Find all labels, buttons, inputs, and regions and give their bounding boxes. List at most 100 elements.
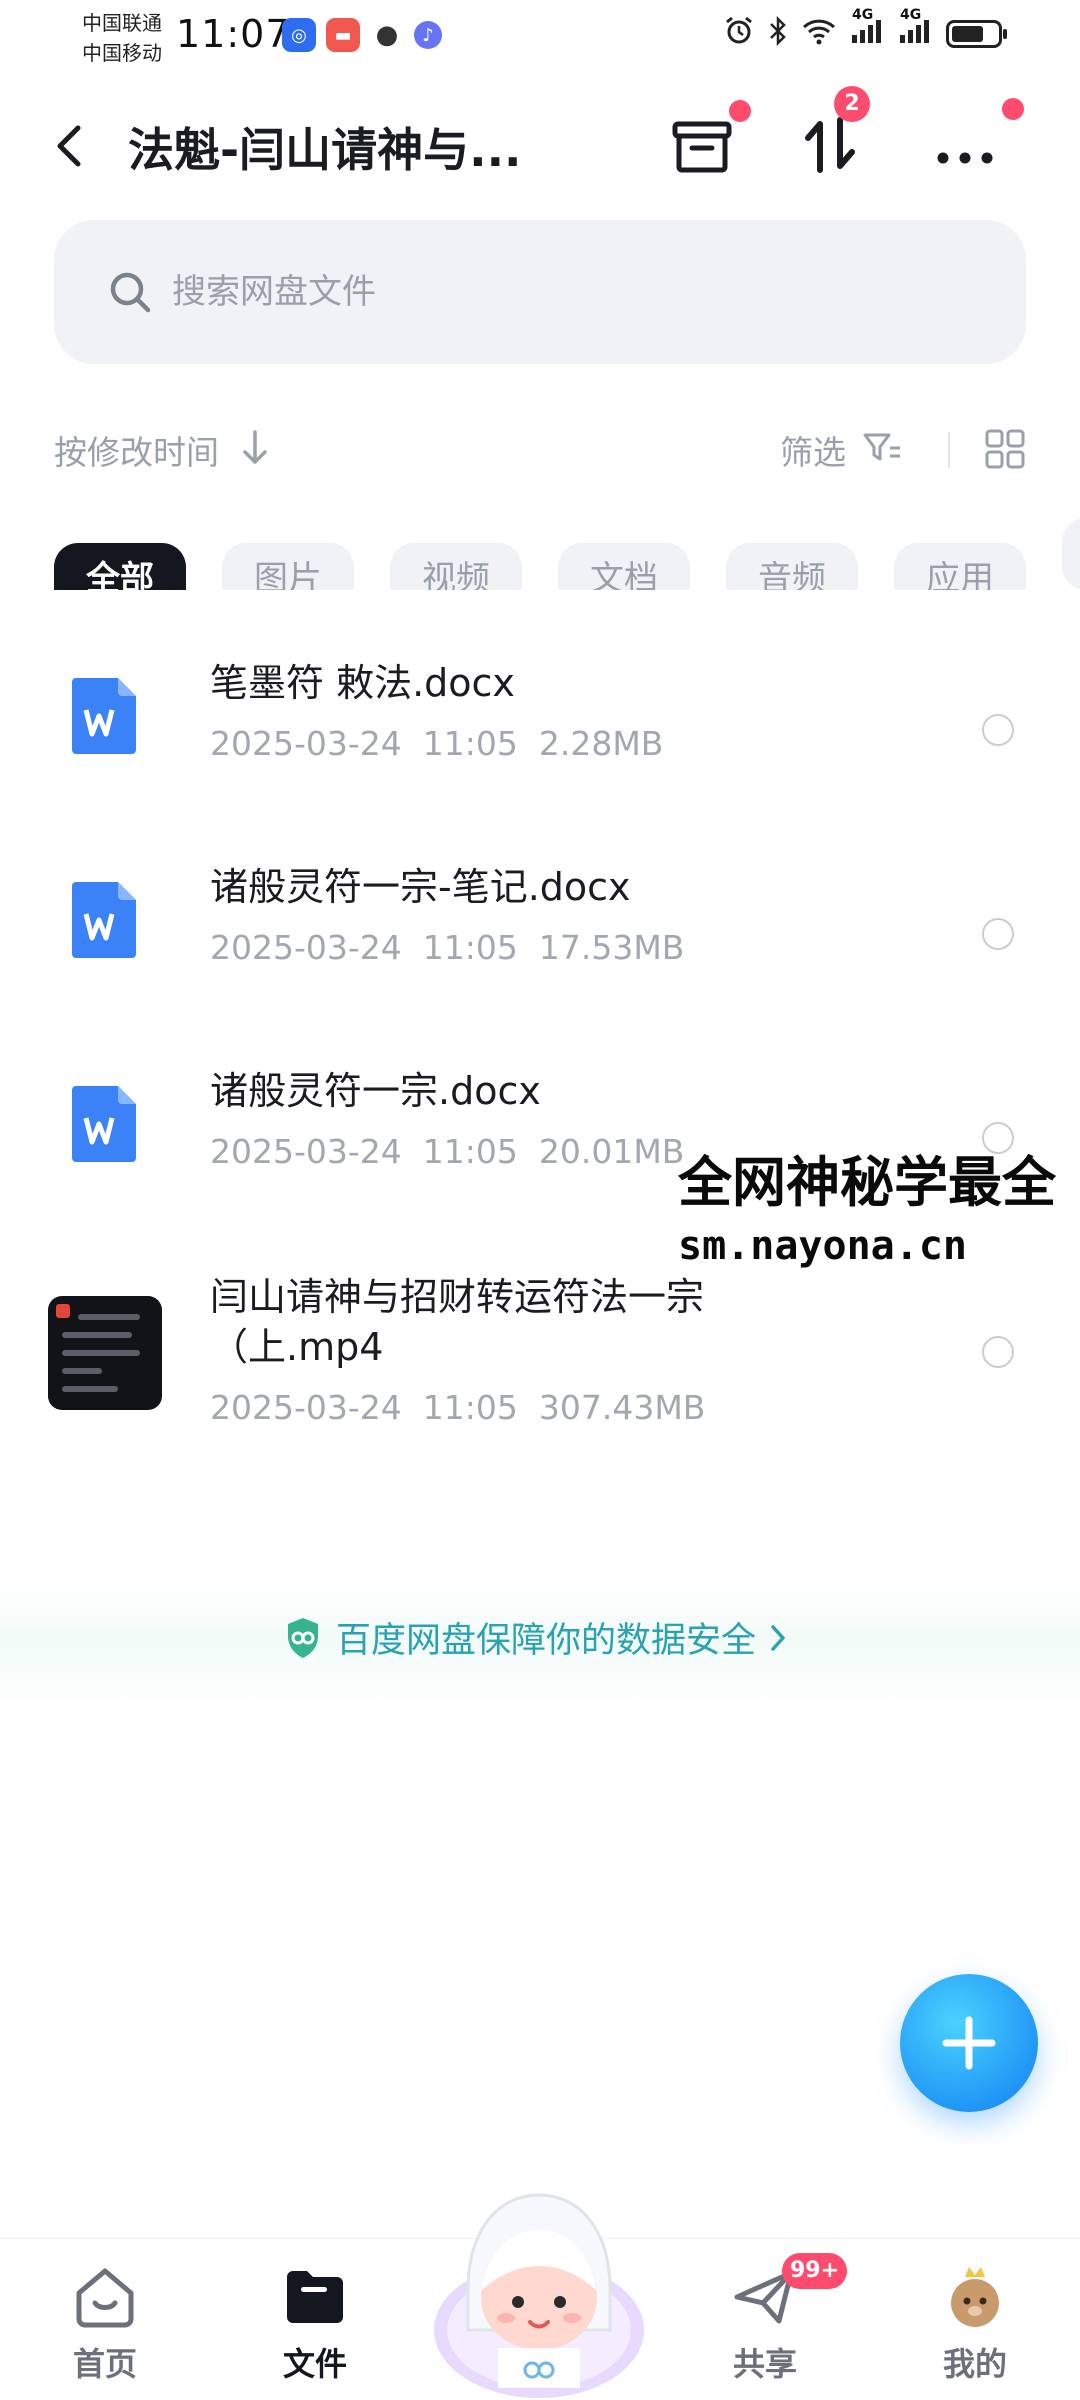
nav-share[interactable]: 99+ 共享 xyxy=(690,2253,848,2393)
file-size: 17.53MB xyxy=(538,928,685,967)
file-name-line-2: （上.mp4 xyxy=(210,1325,384,1369)
transfer-list-button[interactable]: 2 xyxy=(796,86,870,180)
watermark-line-2: sm.nayona.cn xyxy=(678,1223,967,1269)
file-type-tabs: 全部 图片 视频 文档 音频 应用 xyxy=(54,518,1080,590)
plus-icon xyxy=(942,2016,996,2070)
more-notification-dot xyxy=(1002,98,1024,120)
chevron-right-icon xyxy=(771,1624,785,1651)
thumb-line xyxy=(78,1314,140,1320)
huawei-store-icon: ▬ xyxy=(326,18,360,52)
watermark-overlay: 全网神秘学最全 sm.nayona.cn xyxy=(678,1138,1080,1269)
nav-home-label: 首页 xyxy=(72,2345,137,2383)
share-badge: 99+ xyxy=(782,2253,848,2289)
carrier-info: 中国联通 中国移动 xyxy=(82,8,162,68)
tab-all[interactable]: 全部 xyxy=(54,543,186,590)
home-icon xyxy=(76,2268,134,2328)
nav-me[interactable]: 我的 xyxy=(900,2263,1050,2393)
file-date: 2025-03-24 xyxy=(210,1132,402,1171)
file-date: 2025-03-24 xyxy=(210,928,402,967)
grid-view-icon[interactable] xyxy=(984,428,1026,470)
security-banner-text: 百度网盘保障你的数据安全 xyxy=(336,1621,757,1661)
tab-images[interactable]: 图片 xyxy=(222,543,354,590)
tab-videos[interactable]: 视频 xyxy=(390,543,522,590)
file-date: 2025-03-24 xyxy=(210,1388,402,1427)
security-banner-content: 百度网盘保障你的数据安全 xyxy=(284,1612,788,1663)
file-row[interactable]: 笔墨符 敕法.docx 2025-03-24 11:05 2.28MB xyxy=(0,640,1080,830)
status-time: 11:07 xyxy=(176,12,291,56)
file-name: 诸般灵符一宗.docx xyxy=(210,1069,541,1113)
filter-icon[interactable] xyxy=(862,430,902,466)
sort-filter-bar: 按修改时间 筛选 xyxy=(0,420,1080,480)
thumb-line xyxy=(62,1368,102,1374)
nav-share-label: 共享 xyxy=(732,2345,797,2383)
video-thumbnail xyxy=(48,1296,162,1410)
search-icon xyxy=(110,272,151,313)
file-time: 11:05 xyxy=(422,1388,518,1427)
top-app-bar: 法魁-闫山请神与... 2 xyxy=(0,86,1080,196)
avatar-icon xyxy=(951,2267,999,2327)
select-checkbox[interactable] xyxy=(982,918,1014,950)
file-meta: 2025-03-24 11:05 20.01MB xyxy=(210,1132,684,1171)
file-row[interactable]: 诸般灵符一宗-笔记.docx 2025-03-24 11:05 17.53MB xyxy=(0,844,1080,1034)
signal-2-icon: 4G xyxy=(898,7,932,51)
tab-more[interactable] xyxy=(1062,518,1080,590)
file-meta: 2025-03-24 11:05 2.28MB xyxy=(210,724,663,763)
search-bar[interactable] xyxy=(54,220,1026,364)
carrier-2: 中国移动 xyxy=(82,41,162,65)
arrow-down-icon[interactable] xyxy=(240,428,270,468)
battery-icon xyxy=(946,20,1007,48)
wifi-icon xyxy=(802,17,836,51)
more-horizontal-icon xyxy=(937,152,993,164)
back-button[interactable] xyxy=(48,120,96,172)
thumb-line xyxy=(62,1332,132,1338)
nav-me-label: 我的 xyxy=(942,2345,1007,2383)
app-notification-icon: ◎ xyxy=(282,18,316,52)
music-icon: ♪ xyxy=(414,21,442,49)
thumb-badge xyxy=(56,1304,70,1318)
filter-label[interactable]: 筛选 xyxy=(780,426,846,474)
tab-audio[interactable]: 音频 xyxy=(726,543,858,590)
mascot-icon xyxy=(434,2193,644,2398)
notification-icons: ◎ ▬ ● ♪ xyxy=(282,18,442,52)
network-type-2: 4G xyxy=(900,7,922,23)
tab-apps[interactable]: 应用 xyxy=(894,543,1026,590)
word-document-icon xyxy=(72,882,136,958)
nav-files-label: 文件 xyxy=(282,2345,347,2383)
bluetooth-icon xyxy=(768,15,788,52)
archive-button[interactable] xyxy=(667,100,751,180)
more-options-button[interactable] xyxy=(930,98,1024,180)
word-document-icon xyxy=(72,678,136,754)
network-type-1: 4G xyxy=(852,7,874,23)
thumb-line xyxy=(62,1386,118,1392)
file-meta: 2025-03-24 11:05 307.43MB xyxy=(210,1388,705,1427)
add-button[interactable] xyxy=(900,1974,1038,2112)
nav-home[interactable]: 首页 xyxy=(30,2263,180,2393)
security-banner[interactable]: 百度网盘保障你的数据安全 xyxy=(0,1582,1080,1712)
tab-documents[interactable]: 文档 xyxy=(558,543,690,590)
file-time: 11:05 xyxy=(422,1132,518,1171)
word-document-icon xyxy=(72,1086,136,1162)
file-name: 诸般灵符一宗-笔记.docx xyxy=(210,865,631,909)
select-checkbox[interactable] xyxy=(982,714,1014,746)
sort-label[interactable]: 按修改时间 xyxy=(54,426,219,474)
transfer-count-badge: 2 xyxy=(834,86,870,122)
file-row[interactable]: 闫山请神与招财转运符法一宗 （上.mp4 2025-03-24 11:05 30… xyxy=(0,1252,1080,1452)
thumb-line xyxy=(62,1350,140,1356)
file-name: 闫山请神与招财转运符法一宗 （上.mp4 xyxy=(210,1272,704,1372)
divider xyxy=(948,432,950,468)
file-date: 2025-03-24 xyxy=(210,724,402,763)
select-checkbox[interactable] xyxy=(982,1336,1014,1368)
back-arrow-icon xyxy=(57,125,81,167)
archive-notification-dot xyxy=(729,100,751,122)
file-size: 307.43MB xyxy=(538,1388,706,1427)
status-bar: 中国联通 中国移动 11:07 ◎ ▬ ● ♪ 4G 4G xyxy=(0,0,1080,76)
wechat-icon: ● xyxy=(375,20,399,50)
nav-files[interactable]: 文件 xyxy=(240,2263,390,2393)
battery-level xyxy=(952,26,983,42)
assistant-mascot-button[interactable] xyxy=(428,2180,650,2400)
file-name-line-1: 闫山请神与招财转运符法一宗 xyxy=(210,1275,705,1319)
system-icons: 4G 4G xyxy=(724,7,1007,52)
search-input[interactable] xyxy=(172,264,972,320)
carrier-1: 中国联通 xyxy=(82,11,162,35)
file-time: 11:05 xyxy=(422,928,518,967)
